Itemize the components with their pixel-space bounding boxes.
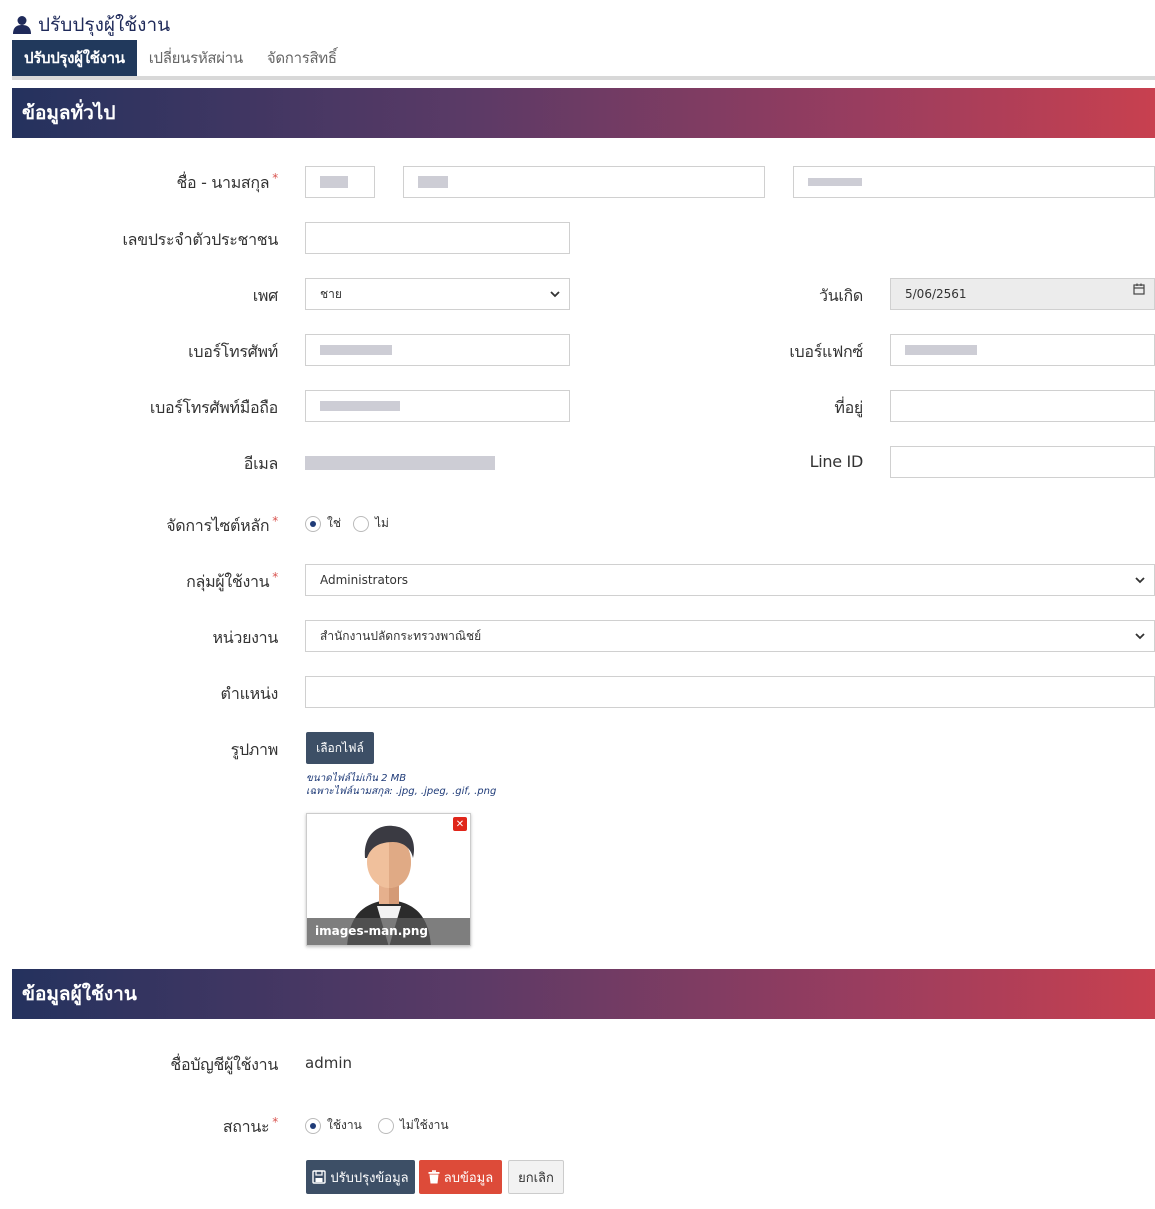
name-label: ชื่อ - นามสกุล * — [176, 171, 278, 192]
citizen-id-input[interactable] — [305, 222, 570, 254]
gender-label: เพศ — [252, 286, 279, 305]
birthdate-input[interactable]: 5/06/2561 — [890, 278, 1155, 310]
fax-input[interactable] — [890, 334, 1155, 366]
section-header-user: ข้อมูลผู้ใช้งาน — [12, 969, 1155, 1019]
save-icon — [312, 1170, 327, 1184]
chevron-down-icon — [550, 291, 560, 298]
chevron-down-icon — [1135, 633, 1145, 640]
agency-label: หน่วยงาน — [212, 628, 279, 647]
line-id-label: Line ID — [809, 452, 864, 471]
title-prefix-input[interactable] — [305, 166, 375, 198]
phone-label: เบอร์โทรศัพท์ — [188, 342, 278, 361]
cancel-button[interactable]: ยกเลิก — [508, 1160, 564, 1194]
username-value: admin — [305, 1054, 352, 1072]
main-site-radio-group: ใช่ ไม่ — [305, 514, 389, 533]
phone-input[interactable] — [305, 334, 570, 366]
email-label: อีเมล — [243, 454, 279, 473]
main-site-yes-radio[interactable] — [305, 515, 321, 532]
status-active-radio[interactable] — [305, 1117, 321, 1134]
agency-select[interactable]: สำนักงานปลัดกระทรวงพาณิชย์ — [305, 620, 1155, 652]
tab-update-user[interactable]: ปรับปรุงผู้ใช้งาน — [12, 40, 137, 76]
image-filename: images-man.png — [307, 918, 470, 945]
user-group-select[interactable]: Administrators — [305, 564, 1155, 596]
birthdate-label: วันเกิด — [819, 286, 863, 305]
address-label: ที่อยู่ — [834, 398, 863, 417]
main-site-no-radio[interactable] — [353, 515, 370, 532]
trash-icon — [428, 1170, 440, 1184]
delete-button[interactable]: ลบข้อมูล — [419, 1160, 502, 1194]
photo-label: รูปภาพ — [230, 740, 279, 759]
tab-divider — [12, 76, 1155, 80]
upload-hint-size: ขนาดไฟล์ไม่เกิน 2 MB — [306, 773, 407, 784]
tab-bar: ปรับปรุงผู้ใช้งาน เปลี่ยนรหัสผ่าน จัดการ… — [12, 40, 349, 76]
address-input[interactable] — [890, 390, 1155, 422]
username-label: ชื่อบัญชีผู้ใช้งาน — [170, 1055, 278, 1074]
photo-thumbnail: ✕ images-man.png — [306, 813, 471, 946]
user-icon — [12, 15, 32, 35]
fax-label: เบอร์แฟกซ์ — [789, 342, 863, 361]
chevron-down-icon — [1135, 577, 1145, 584]
gender-select-value: ชาย — [320, 286, 342, 301]
citizen-id-label: เลขประจำตัวประชาชน — [122, 230, 279, 249]
update-button[interactable]: ปรับปรุงข้อมูล — [306, 1160, 415, 1194]
main-site-label: จัดการไซต์หลัก * — [166, 514, 278, 535]
update-button-label: ปรับปรุงข้อมูล — [330, 1170, 409, 1186]
upload-hint: ขนาดไฟล์ไม่เกิน 2 MB เฉพาะไฟล์นามสกุล: .… — [306, 772, 496, 798]
tab-permissions[interactable]: จัดการสิทธิ์ — [255, 40, 349, 76]
remove-image-icon[interactable]: ✕ — [453, 817, 467, 831]
section-header-general: ข้อมูลทั่วไป — [12, 88, 1155, 138]
birthdate-value: 5/06/2561 — [905, 287, 967, 301]
first-name-input[interactable] — [403, 166, 765, 198]
mobile-label: เบอร์โทรศัพท์มือถือ — [149, 398, 278, 417]
upload-hint-types: เฉพาะไฟล์นามสกุล: .jpg, .jpeg, .gif, .pn… — [306, 786, 497, 797]
gender-select[interactable]: ชาย — [305, 278, 570, 310]
last-name-input[interactable] — [793, 166, 1155, 198]
status-label: สถานะ * — [222, 1115, 278, 1136]
status-radio-group: ใช้งาน ไม่ใช้งาน — [305, 1116, 449, 1135]
main-site-no-label: ไม่ — [375, 516, 389, 530]
position-input[interactable] — [305, 676, 1155, 708]
email-value — [305, 455, 495, 474]
agency-value: สำนักงานปลัดกระทรวงพาณิชย์ — [320, 628, 482, 643]
choose-file-button[interactable]: เลือกไฟล์ — [306, 732, 374, 764]
status-inactive-radio[interactable] — [377, 1117, 394, 1134]
main-site-yes-label: ใช่ — [327, 516, 342, 530]
mobile-input[interactable] — [305, 390, 570, 422]
status-inactive-label: ไม่ใช้งาน — [399, 1118, 449, 1132]
user-group-label: กลุ่มผู้ใช้งาน * — [186, 570, 278, 591]
status-active-label: ใช้งาน — [327, 1118, 362, 1132]
user-group-value: Administrators — [320, 573, 409, 587]
calendar-icon[interactable] — [1133, 283, 1145, 295]
line-id-input[interactable] — [890, 446, 1155, 478]
position-label: ตำแหน่ง — [220, 684, 279, 703]
page-title-text: ปรับปรุงผู้ใช้งาน — [38, 14, 171, 36]
delete-button-label: ลบข้อมูล — [443, 1170, 494, 1186]
tab-change-password[interactable]: เปลี่ยนรหัสผ่าน — [137, 40, 255, 76]
page-title: ปรับปรุงผู้ใช้งาน — [12, 10, 170, 40]
